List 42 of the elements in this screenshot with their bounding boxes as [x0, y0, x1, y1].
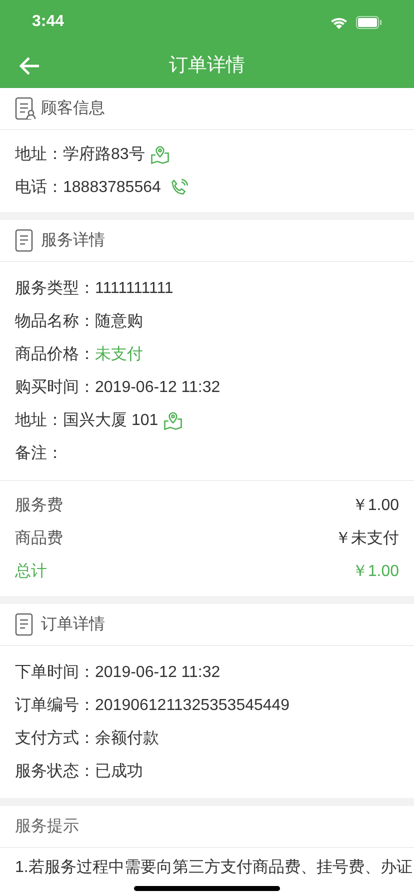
fee-amount: ￥1.00 — [352, 496, 399, 516]
battery-icon — [356, 16, 382, 28]
field-label: 物品名称： — [15, 312, 95, 332]
field-label: 地址： — [15, 144, 63, 164]
fee-label: 服务费 — [15, 496, 63, 516]
field-value: 2019-06-12 11:32 — [95, 662, 220, 682]
phone-icon[interactable] — [168, 178, 189, 198]
field-label: 地址： — [15, 410, 63, 430]
fee-amount: ￥未支付 — [335, 528, 399, 548]
tip-text: 1.若服务过程中需要向第三方支付商品费、挂号费、办证 — [15, 859, 412, 876]
field-label: 购买时间： — [15, 378, 95, 398]
page-title: 订单详情 — [169, 54, 245, 78]
section-title: 订单详情 — [41, 614, 105, 634]
status-time: 3:44 — [32, 12, 64, 32]
field-label: 商品价格： — [15, 344, 95, 364]
field-value: 未支付 — [95, 344, 143, 364]
map-pin-icon[interactable] — [148, 144, 171, 166]
field-label: 备注： — [15, 444, 63, 464]
fee-label: 商品费 — [15, 528, 63, 548]
field-value: 随意购 — [95, 312, 143, 332]
section-title: 服务提示 — [15, 816, 79, 836]
field-value: 国兴大厦 101 — [63, 410, 158, 430]
field-value: 18883785564 — [63, 178, 161, 198]
field-value: 2019061211325353545449 — [95, 696, 290, 716]
field-value: 余额付款 — [95, 728, 159, 748]
fee-label: 总计 — [15, 562, 47, 582]
section-title: 服务详情 — [41, 230, 105, 250]
field-value: 已成功 — [95, 762, 143, 782]
field-value: 2019-06-12 11:32 — [95, 378, 220, 398]
map-pin-icon[interactable] — [162, 410, 184, 432]
field-label: 支付方式： — [15, 728, 95, 748]
field-value: 学府路83号 — [63, 144, 145, 164]
section-title: 顾客信息 — [41, 98, 105, 118]
field-label: 服务类型： — [15, 278, 95, 298]
wifi-icon — [330, 16, 348, 28]
field-label: 下单时间： — [15, 662, 95, 682]
fee-amount: ￥1.00 — [352, 562, 399, 582]
field-label: 服务状态： — [15, 762, 95, 782]
field-label: 订单编号： — [15, 696, 95, 716]
person-document-icon — [15, 96, 37, 120]
field-label: 电话： — [15, 178, 63, 198]
field-value: 1111111111 — [95, 278, 174, 298]
